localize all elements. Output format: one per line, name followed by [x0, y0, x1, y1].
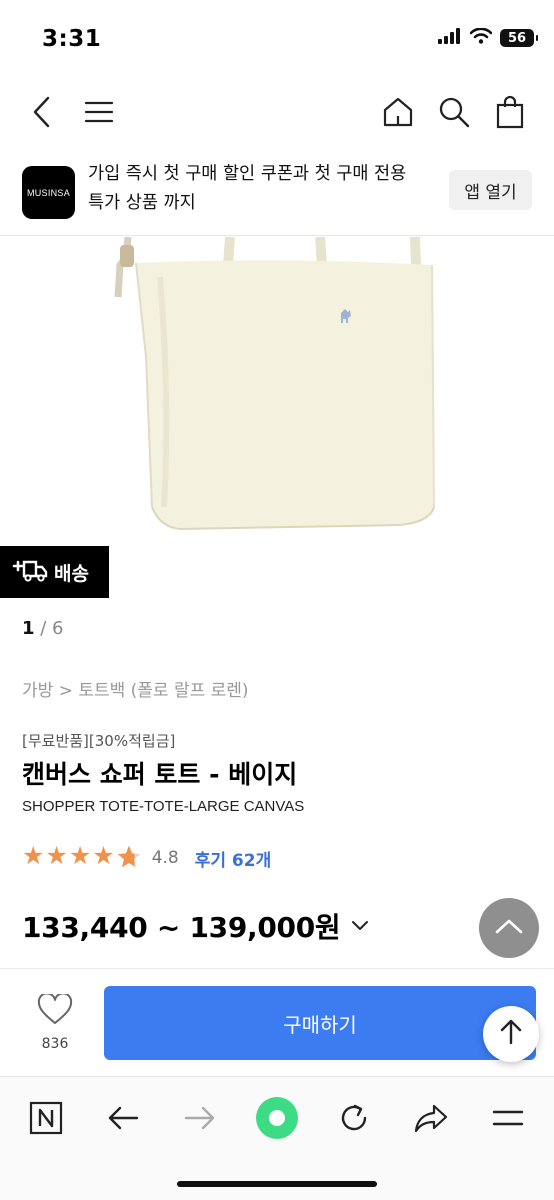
status-icons: 56 — [438, 27, 538, 48]
top-nav-bar — [0, 80, 554, 144]
home-indicator — [177, 1181, 377, 1187]
scroll-to-top-button[interactable] — [479, 898, 539, 958]
menu-icon[interactable] — [483, 1093, 533, 1143]
pager-current: 1 — [22, 618, 35, 639]
scroll-up-button[interactable] — [483, 1006, 539, 1062]
status-time: 3:31 — [42, 26, 102, 52]
category-breadcrumb[interactable]: 가방 > 토트백 (폴로 랄프 로렌) — [22, 676, 249, 701]
product-subtitle: SHOPPER TOTE-TOTE-LARGE CANVAS — [22, 798, 305, 815]
refresh-icon[interactable] — [329, 1093, 379, 1143]
pager-separator: / — [34, 618, 53, 639]
naver-n-icon[interactable] — [21, 1093, 71, 1143]
menu-icon[interactable] — [77, 90, 121, 134]
chevron-down-icon[interactable] — [350, 917, 370, 936]
rating-value: 4.8 — [151, 848, 179, 868]
image-pager: 1 / 6 — [22, 618, 64, 639]
banner-message-line1: 가입 즉시 첫 구매 할인 쿠폰과 첫 구매 전용 — [88, 164, 407, 184]
product-image[interactable] — [0, 237, 554, 547]
product-tags: [무료반품][30%적립금] — [22, 732, 176, 750]
star-icon: ★ — [92, 841, 115, 870]
chevron-up-icon — [494, 917, 524, 939]
rating-row: ★ ★ ★ ★ 4.8 후기 62개 — [22, 842, 271, 874]
star-icon: ★ — [68, 841, 92, 870]
like-button[interactable]: 836 — [22, 992, 88, 1064]
star-icon: ★ — [22, 841, 45, 870]
green-dot-icon[interactable] — [252, 1093, 302, 1143]
bottom-action-bar: 836 구매하기 — [0, 970, 554, 1076]
banner-message-line2: 특가 상품 까지 — [88, 193, 196, 213]
review-count-link[interactable]: 후기 62개 — [195, 846, 272, 871]
delivery-label: 배송 — [54, 562, 89, 585]
signal-icon — [438, 28, 462, 48]
status-bar: 3:31 56 — [0, 0, 554, 80]
divider — [0, 968, 554, 969]
price-row: 133,440 ~ 139,000원 — [22, 906, 370, 946]
musinsa-logo: MUSINSA — [22, 166, 75, 219]
share-icon[interactable] — [406, 1093, 456, 1143]
back-arrow-icon[interactable] — [20, 90, 64, 134]
back-icon[interactable] — [98, 1093, 148, 1143]
price-range: 133,440 ~ 139,000원 — [22, 911, 341, 944]
half-star-icon — [116, 842, 142, 874]
banner-message: 가입 즉시 첫 구매 할인 쿠폰과 첫 구매 전용 특가 상품 까지 — [88, 160, 440, 218]
tote-bag-image — [114, 237, 435, 531]
shopping-bag-icon[interactable] — [488, 90, 532, 134]
truck-plus-icon — [12, 557, 48, 588]
delivery-badge: 배송 — [0, 546, 109, 598]
like-count: 836 — [41, 1036, 69, 1052]
star-icon: ★ — [45, 841, 68, 870]
forward-icon[interactable] — [175, 1093, 225, 1143]
open-app-button[interactable]: 앱 열기 — [449, 170, 532, 210]
product-title: 캔버스 쇼퍼 토트 - 베이지 — [22, 760, 298, 789]
search-icon[interactable] — [432, 90, 476, 134]
arrow-up-icon — [499, 1019, 523, 1049]
heart-icon — [37, 992, 73, 1030]
app-install-banner: MUSINSA 가입 즉시 첫 구매 할인 쿠폰과 첫 구매 전용 특가 상품 … — [0, 148, 554, 236]
pager-total: 6 — [52, 618, 64, 639]
home-icon[interactable] — [376, 90, 420, 134]
buy-button[interactable]: 구매하기 — [104, 986, 536, 1060]
wifi-icon — [469, 27, 493, 48]
rating-stars: ★ ★ ★ ★ — [22, 842, 142, 874]
battery-icon: 56 — [500, 29, 538, 47]
